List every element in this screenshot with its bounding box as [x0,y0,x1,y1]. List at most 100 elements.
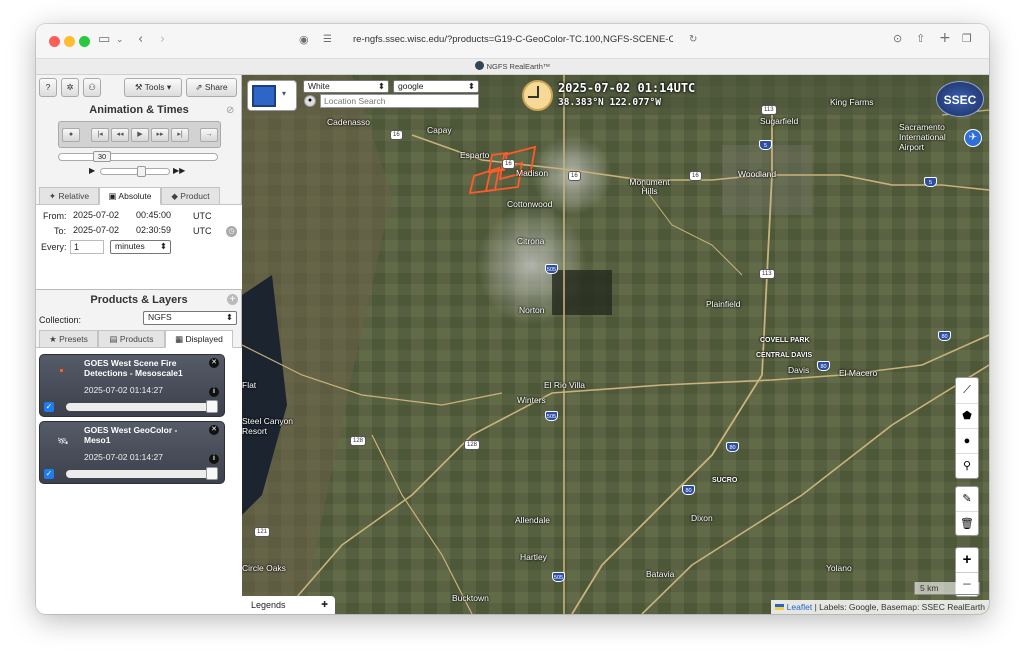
add-product-icon[interactable]: + [227,294,238,305]
download-icon[interactable]: ⊙ [893,32,902,45]
place-label: Plainfield [706,299,741,309]
share-link-icon: ⇗ [195,82,205,92]
products-title: Products & Layers [90,294,188,306]
interstate-shield: 5 [924,177,937,187]
basemap-select[interactable]: google ⬍ [393,80,479,93]
layer-switcher-button[interactable]: ▾ [247,80,297,111]
place-label: Norton [519,305,545,315]
tab-displayed[interactable]: ▦ Displayed [165,330,233,348]
legends-tab[interactable]: Legends ✚ [242,596,335,614]
attribution-text: | Labels: Google, Basemap: SSEC RealEart… [814,602,985,612]
animation-title: Animation & Times [89,104,189,116]
collapse-icon[interactable]: ⊘ [226,105,234,116]
draw-marker-icon[interactable]: ⚲ [956,453,978,478]
first-frame-button[interactable]: |◂ [91,128,109,142]
pin-icon[interactable]: ✚ [321,596,328,614]
tab-absolute-label: Absolute [118,191,152,201]
route-shield: 113 [761,105,777,115]
layer-info-button[interactable]: i [209,454,219,464]
active-tab[interactable]: NGFS RealEarth™ [36,61,989,71]
back-icon[interactable]: ‹ [138,32,143,47]
last-frame-button[interactable]: ▸| [171,128,189,142]
trash-icon[interactable]: 🗑 [956,511,978,535]
layer-opacity-slider[interactable] [66,467,218,480]
place-label: Monument Hills [629,177,670,196]
place-label: Esparto [460,150,490,160]
location-search-input[interactable] [320,94,479,108]
to-date-input[interactable]: 2025-07-02 [70,224,130,238]
caret-down-icon: ▾ [164,82,172,92]
location-icon[interactable]: ● [304,95,316,107]
label-color-value: White [308,81,330,91]
window-minimize-button[interactable] [64,36,75,47]
step-back-button[interactable]: ◂◂ [111,128,129,142]
draw-line-icon[interactable]: ⟋ [956,378,978,403]
layer-card-fire-detections[interactable]: GOES West Scene Fire Detections - Mesosc… [39,354,225,417]
collection-select[interactable]: NGFS ⬍ [143,311,237,325]
sidebar-toggle-icon[interactable]: ▭ [98,32,110,47]
place-label: Winters [517,395,546,405]
window-close-button[interactable] [49,36,60,47]
leaflet-link[interactable]: Leaflet [787,602,813,612]
tab-overview-icon[interactable]: ❐ [962,32,972,45]
tab-relative[interactable]: ✦ Relative [39,187,99,205]
from-time-input[interactable]: 00:45:00 [133,209,189,223]
frame-slider[interactable] [58,153,218,161]
tab-relative-label: Relative [58,191,90,201]
favicon-icon [474,61,484,70]
page-menu-icon[interactable]: ☰ [323,34,332,45]
privacy-shield-icon[interactable]: ◉ [299,33,309,46]
frame-count[interactable]: 30 [93,151,111,162]
user-button[interactable]: ⚇ [83,78,101,97]
address-bar[interactable]: ◉ ☰ re-ngfs.ssec.wisc.edu/?products=G19-… [299,31,705,51]
label-color-select[interactable]: White ⬍ [303,80,389,93]
remove-layer-button[interactable]: ✕ [209,425,219,435]
map-scale: 5 km [914,582,980,595]
speed-slider-knob[interactable] [137,166,146,177]
settings-button[interactable]: ✲ [61,78,79,97]
speed-slider[interactable] [100,166,170,177]
window-maximize-button[interactable] [79,36,90,47]
every-unit-select[interactable]: minutes ⬍ [110,240,171,254]
draw-circle-icon[interactable]: ● [956,428,978,453]
from-date-input[interactable]: 2025-07-02 [70,209,130,223]
from-tz: UTC [193,211,212,221]
airport-icon[interactable]: ✈ [964,129,982,147]
zoom-in-button[interactable]: + [956,548,978,572]
help-button[interactable]: ? [39,78,57,97]
to-time-input[interactable]: 02:30:59 [133,224,189,238]
clock-hand [528,96,539,98]
every-value-input[interactable]: 1 [70,240,104,254]
tab-product[interactable]: ◆ Product [161,187,220,205]
tab-absolute[interactable]: ▣ Absolute [99,187,161,205]
forward-icon[interactable]: › [160,32,165,47]
reload-icon[interactable]: ↻ [689,34,697,45]
opacity-slider-knob[interactable] [206,467,218,480]
edit-icon[interactable]: ✎ [956,487,978,511]
clock-icon[interactable]: ◷ [226,226,237,237]
tools-button[interactable]: ⚒ Tools ▾ [124,78,182,97]
play-button[interactable]: ▶ [131,128,149,142]
place-label: Citrona [517,236,545,246]
place-label: Central Davis [756,352,813,359]
tab-products[interactable]: ▤ Products [98,330,165,348]
share-icon[interactable]: ⇧ [916,32,925,45]
map-view[interactable]: ▾ White ⬍ google ⬍ ● 2025-07-02 01:14UTC 3… [242,75,989,614]
url-text[interactable]: re-ngfs.ssec.wisc.edu/?products=G19-C-Ge… [353,34,673,45]
layer-card-geocolor[interactable]: 🛰 GOES West GeoColor - Meso1 ✕ 2025-07-0… [39,421,225,484]
draw-polygon-icon[interactable]: ⬟ [956,403,978,428]
chevron-down-icon[interactable]: ⌄ [116,35,124,45]
layer-opacity-slider[interactable] [66,400,218,413]
layer-info-button[interactable]: i [209,387,219,397]
layer-visibility-checkbox[interactable]: ✓ [44,469,54,479]
loop-button[interactable]: → [200,128,218,142]
remove-layer-button[interactable]: ✕ [209,358,219,368]
opacity-slider-knob[interactable] [206,400,218,413]
tab-presets[interactable]: ★ Presets [39,330,98,348]
step-forward-button[interactable]: ▸▸ [151,128,169,142]
route-shield: 16 [689,171,702,181]
new-tab-icon[interactable]: + [939,30,951,46]
speed-button[interactable]: ● [62,128,80,142]
share-button[interactable]: ⇗ Share [186,78,237,97]
layer-visibility-checkbox[interactable]: ✓ [44,402,54,412]
